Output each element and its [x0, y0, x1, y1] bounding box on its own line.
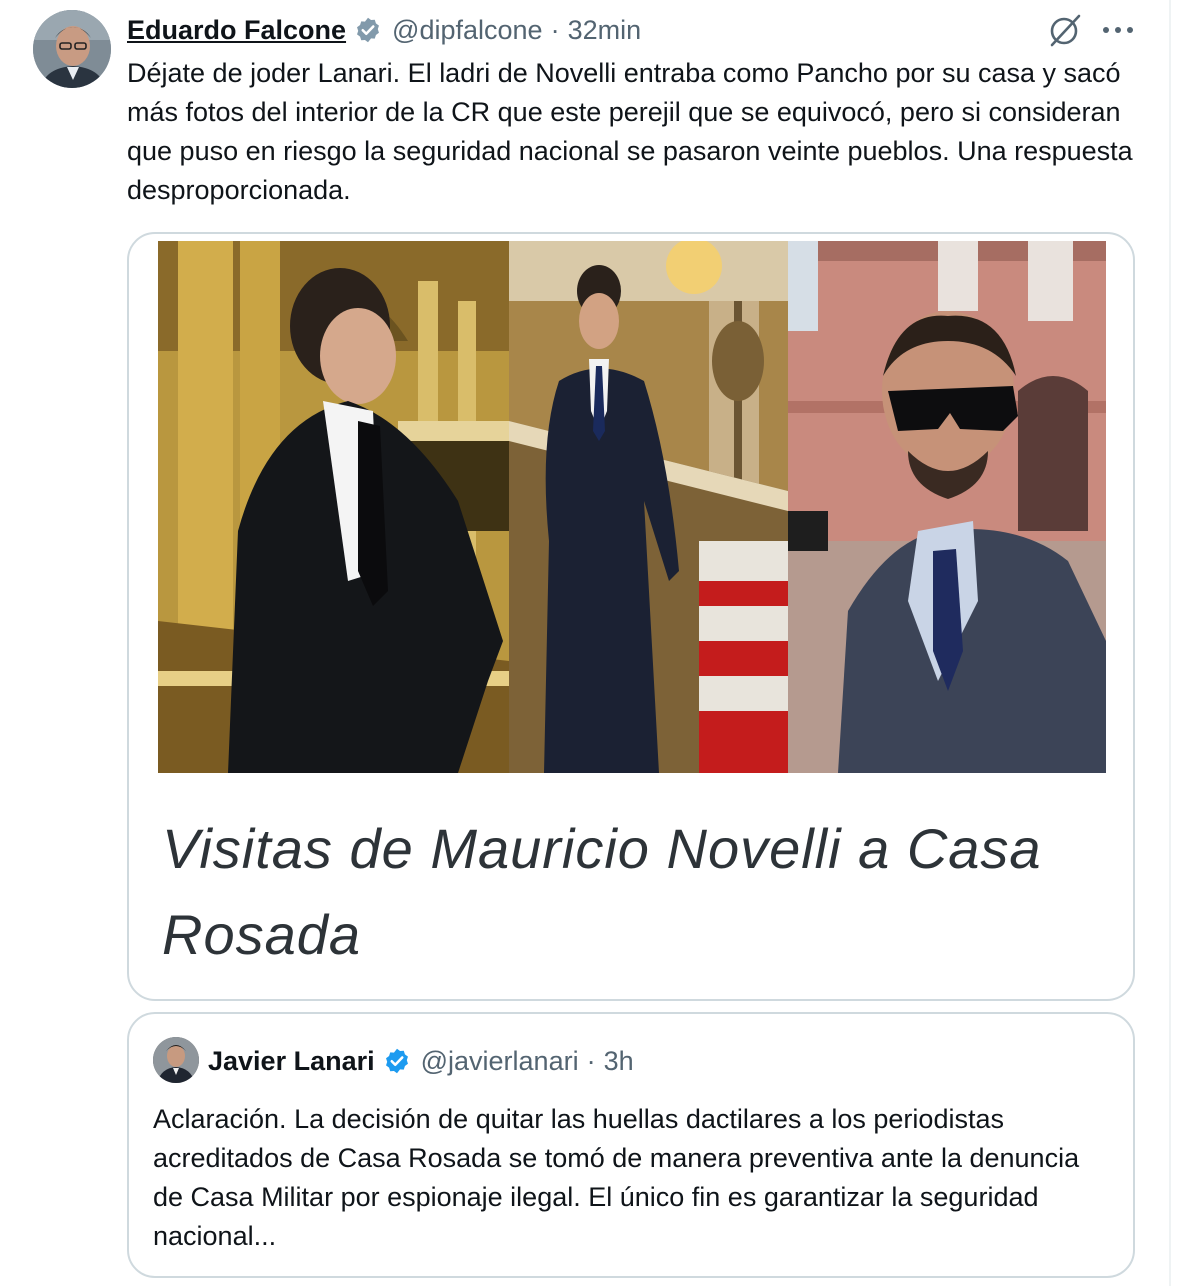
quoted-author-handle[interactable]: @javierlanari — [421, 1046, 579, 1077]
card-photo-3 — [788, 241, 1106, 773]
tweet-time[interactable]: 32min — [568, 15, 642, 46]
card-photo-1 — [158, 241, 509, 773]
quoted-header: Javier Lanari @javierlanari · 3h — [208, 1044, 634, 1078]
verified-badge-icon[interactable] — [354, 16, 382, 44]
link-card[interactable]: Visitas de Mauricio Novelli a Casa Rosad… — [127, 232, 1135, 1001]
quoted-author-avatar[interactable] — [153, 1037, 199, 1083]
verified-badge-icon[interactable] — [383, 1047, 411, 1075]
separator-dot: · — [550, 14, 560, 45]
grok-icon[interactable] — [1047, 12, 1083, 48]
separator-dot: · — [586, 1045, 596, 1076]
quoted-tweet[interactable]: Javier Lanari @javierlanari · 3h Aclarac… — [127, 1012, 1135, 1278]
quoted-tweet-time[interactable]: 3h — [604, 1046, 634, 1077]
card-image[interactable] — [158, 241, 1106, 773]
card-title[interactable]: Visitas de Mauricio Novelli a Casa Rosad… — [162, 806, 1092, 978]
card-photo-2 — [509, 241, 788, 773]
timeline-border — [1169, 0, 1171, 1286]
quoted-tweet-text: Aclaración. La decisión de quitar las hu… — [153, 1104, 1080, 1251]
author-name[interactable]: Eduardo Falcone — [127, 15, 346, 46]
more-options-icon[interactable] — [1098, 12, 1138, 48]
tweet-header: Eduardo Falcone @dipfalcone · 32min — [127, 12, 641, 48]
author-handle[interactable]: @dipfalcone — [392, 15, 543, 46]
quoted-author-name[interactable]: Javier Lanari — [208, 1046, 375, 1077]
tweet-text: Déjate de joder Lanari. El ladri de Nove… — [127, 58, 1133, 205]
author-avatar[interactable] — [33, 10, 111, 88]
